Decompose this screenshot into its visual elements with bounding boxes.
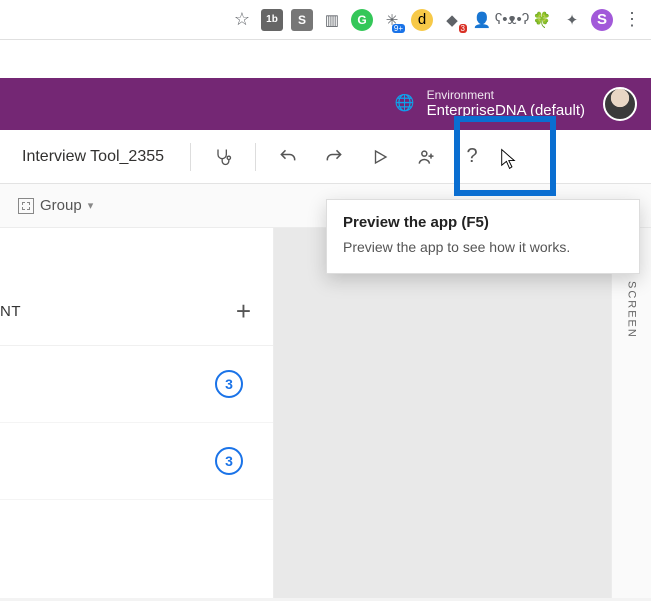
play-icon — [371, 148, 389, 166]
help-button[interactable]: ? — [452, 137, 492, 177]
panel-header-text: NT — [0, 303, 21, 320]
extension-icon-yellow[interactable]: d — [411, 9, 433, 31]
list-item[interactable]: 3 — [0, 423, 273, 500]
undo-button[interactable] — [268, 137, 308, 177]
count-badge: 3 — [215, 447, 243, 475]
evernote-icon[interactable]: 🍀 — [531, 9, 553, 31]
group-button[interactable]: Group ▾ — [10, 193, 101, 218]
share-person-icon — [416, 147, 436, 167]
app-toolbar: Interview Tool_2355 ? — [0, 130, 651, 184]
left-panel: NT + 3 3 — [0, 228, 274, 598]
extension-icon-1[interactable]: 1b — [261, 9, 283, 31]
panel-header: NT + — [0, 288, 273, 346]
add-icon[interactable]: + — [236, 296, 251, 327]
stethoscope-icon — [213, 147, 233, 167]
toolbar-divider — [190, 143, 191, 171]
app-header-bar: 🌐 Environment EnterpriseDNA (default) — [0, 78, 651, 130]
environment-value: EnterpriseDNA (default) — [427, 102, 585, 120]
bookmark-star-icon[interactable]: ☆ — [231, 9, 253, 31]
chevron-down-icon: ▾ — [88, 199, 94, 212]
app-name: Interview Tool_2355 — [8, 148, 178, 166]
canvas-area: NT + 3 3 ‹ SCREEN — [0, 228, 651, 598]
rail-label[interactable]: SCREEN — [626, 281, 638, 339]
preview-app-button[interactable] — [360, 137, 400, 177]
extension-icon-person[interactable]: 👤 — [471, 9, 493, 31]
right-rail: ‹ SCREEN — [611, 228, 651, 598]
count-badge: 3 — [215, 370, 243, 398]
share-button[interactable] — [406, 137, 446, 177]
skype-icon[interactable]: S — [291, 9, 313, 31]
group-icon — [18, 198, 34, 214]
extensions-puzzle-icon[interactable]: ✦ — [561, 9, 583, 31]
extension-icon-bars[interactable]: ▥ — [321, 9, 343, 31]
tooltip-title: Preview the app (F5) — [343, 214, 623, 231]
user-avatar[interactable] — [603, 87, 637, 121]
design-canvas[interactable] — [274, 228, 611, 598]
globe-icon: 🌐 — [395, 94, 415, 113]
tab-strip-area — [0, 40, 651, 78]
environment-label: Environment — [427, 88, 585, 102]
browser-extension-bar: ☆ 1b S ▥ G ✳9+ d ◆ 👤 ʕ•ᴥ•ʔ 🍀 ✦ S ⋮ — [0, 0, 651, 40]
extension-icon-paw[interactable]: ʕ•ᴥ•ʔ — [501, 9, 523, 31]
toolbar-divider — [255, 143, 256, 171]
chrome-menu-icon[interactable]: ⋮ — [621, 9, 643, 31]
chrome-profile-avatar[interactable]: S — [591, 9, 613, 31]
extension-icon-rays[interactable]: ✳9+ — [381, 9, 403, 31]
environment-selector[interactable]: 🌐 Environment EnterpriseDNA (default) — [395, 88, 585, 120]
tooltip-body: Preview the app to see how it works. — [343, 239, 623, 255]
undo-icon — [278, 147, 298, 167]
help-icon: ? — [466, 145, 477, 168]
extension-icon-badge[interactable]: ◆ — [441, 9, 463, 31]
app-checker-button[interactable] — [203, 137, 243, 177]
group-label: Group — [40, 197, 82, 214]
list-item[interactable]: 3 — [0, 346, 273, 423]
grammarly-icon[interactable]: G — [351, 9, 373, 31]
redo-button[interactable] — [314, 137, 354, 177]
preview-tooltip: Preview the app (F5) Preview the app to … — [326, 199, 640, 274]
redo-icon — [324, 147, 344, 167]
